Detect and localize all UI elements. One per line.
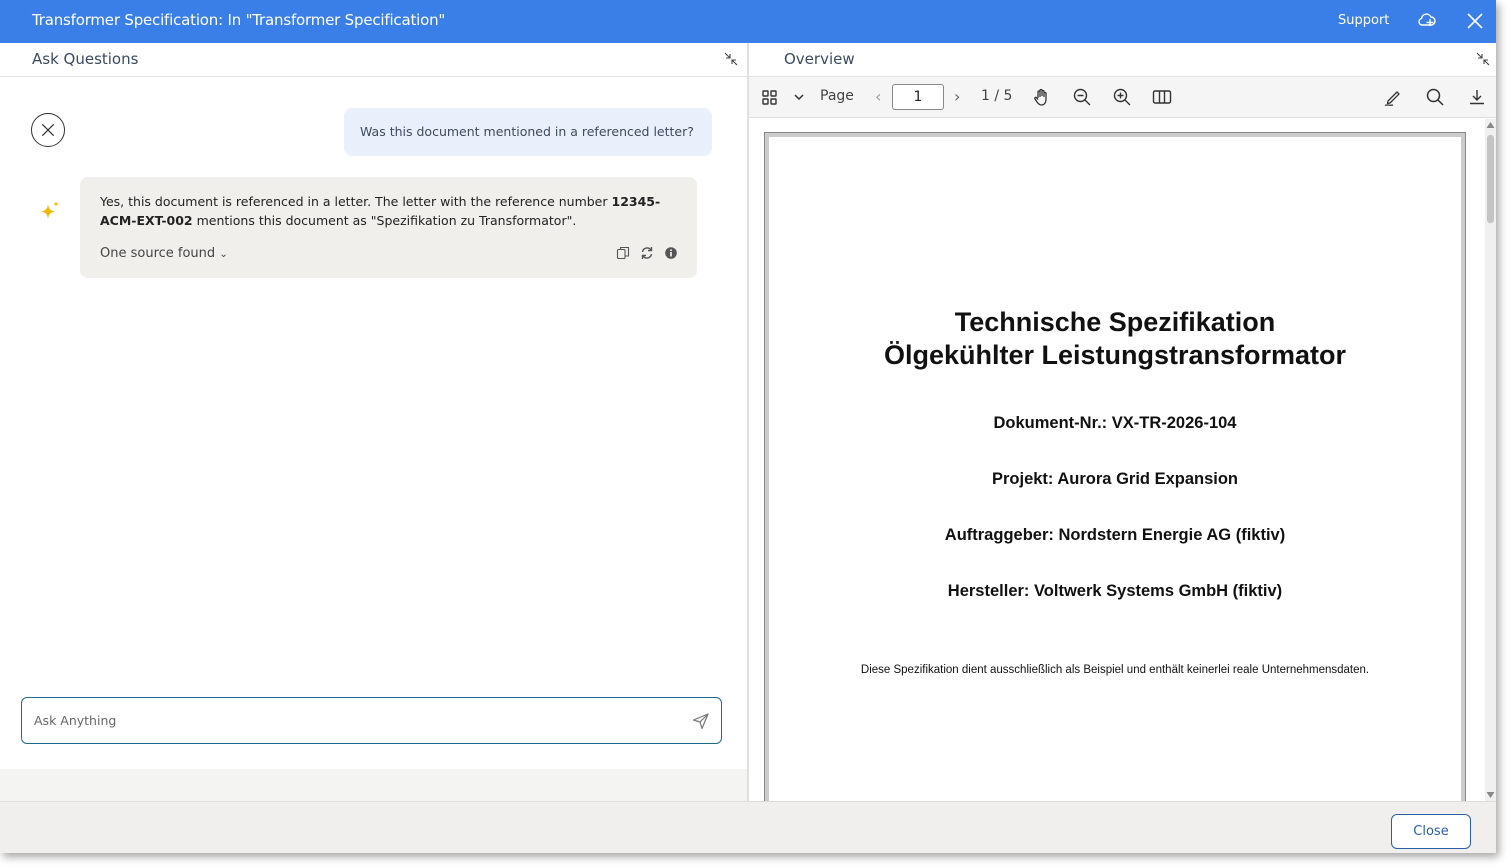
collapse-icon[interactable]: [724, 52, 738, 66]
document-viewer[interactable]: Technische Spezifikation Ölgekühlter Lei…: [749, 119, 1485, 801]
ai-answer-text: Yes, this document is referenced in a le…: [100, 192, 680, 230]
copy-icon[interactable]: [616, 246, 630, 260]
viewer-scrollbar[interactable]: [1485, 119, 1496, 801]
ask-questions-pane: Ask Questions Was this document mentione…: [0, 43, 747, 801]
page-label: Page: [820, 88, 854, 104]
close-window-icon[interactable]: [1464, 10, 1486, 32]
regenerate-icon[interactable]: [640, 246, 654, 260]
left-pane-bottom: [0, 769, 747, 801]
ai-text-part: Yes, this document is referenced in a le…: [100, 194, 612, 209]
collapse-icon[interactable]: [1476, 52, 1490, 66]
scroll-up-icon[interactable]: [1486, 121, 1495, 129]
ask-input-container: [21, 697, 722, 744]
overview-header: Overview: [749, 43, 1496, 77]
ask-input[interactable]: [34, 708, 674, 732]
overview-pane: Overview Page ‹ › 1 / 5: [749, 43, 1496, 801]
ai-text-part: mentions this document as "Spezifikation…: [192, 213, 577, 228]
pan-hand-icon[interactable]: [1032, 87, 1052, 107]
ask-questions-title: Ask Questions: [32, 50, 139, 68]
next-page-icon[interactable]: ›: [954, 87, 960, 106]
previous-page-icon[interactable]: ‹: [875, 87, 881, 106]
thumbnails-grid-icon[interactable]: [760, 87, 780, 107]
download-icon[interactable]: [1467, 87, 1487, 107]
cloud-add-icon[interactable]: [1416, 10, 1438, 32]
window-title: Transformer Specification: In "Transform…: [32, 11, 446, 29]
info-icon[interactable]: [664, 246, 678, 260]
scrollbar-thumb[interactable]: [1487, 135, 1494, 223]
title-bar: Transformer Specification: In "Transform…: [0, 0, 1496, 43]
document-disclaimer: Diese Spezifikation dient ausschließlich…: [860, 664, 1370, 676]
chevron-down-icon: ⌄: [219, 249, 228, 260]
document-page: Technische Spezifikation Ölgekühlter Lei…: [764, 132, 1466, 801]
overview-title: Overview: [784, 50, 855, 68]
document-project: Projekt: Aurora Grid Expansion: [991, 470, 1239, 488]
sources-toggle[interactable]: One source found ⌄: [100, 246, 228, 261]
document-title-line1: Technische Spezifikation: [954, 307, 1276, 337]
chevron-down-icon[interactable]: [789, 87, 809, 107]
user-message: Was this document mentioned in a referen…: [344, 108, 712, 156]
zoom-out-icon[interactable]: [1072, 87, 1092, 107]
annotate-pen-icon[interactable]: [1382, 87, 1402, 107]
scroll-down-icon[interactable]: [1486, 791, 1495, 799]
ai-answer: Yes, this document is referenced in a le…: [80, 177, 697, 278]
page-total: 1 / 5: [981, 88, 1013, 104]
viewer-toolbar: Page ‹ › 1 / 5: [749, 77, 1496, 118]
document-title-line2: Ölgekühlter Leistungstransformator: [883, 340, 1347, 370]
document-client: Auftraggeber: Nordstern Energie AG (fikt…: [944, 526, 1286, 544]
page-number-input[interactable]: [892, 84, 944, 110]
clear-chat-icon[interactable]: [31, 113, 65, 147]
ask-questions-header: Ask Questions: [0, 43, 747, 77]
search-icon[interactable]: [1425, 87, 1445, 107]
ai-sparkle-icon: [41, 201, 59, 219]
sources-label: One source found: [100, 246, 216, 261]
send-icon[interactable]: [692, 712, 710, 730]
zoom-in-icon[interactable]: [1112, 87, 1132, 107]
close-button[interactable]: Close: [1391, 814, 1471, 849]
document-manufacturer: Hersteller: Voltwerk Systems GmbH (fikti…: [947, 582, 1283, 600]
dialog-footer: Close: [0, 801, 1496, 853]
page-layout-icon[interactable]: [1152, 87, 1172, 107]
document-number: Dokument-Nr.: VX-TR-2026-104: [993, 414, 1237, 432]
dialog-window: Transformer Specification: In "Transform…: [0, 0, 1496, 853]
support-link[interactable]: Support: [1338, 13, 1389, 28]
